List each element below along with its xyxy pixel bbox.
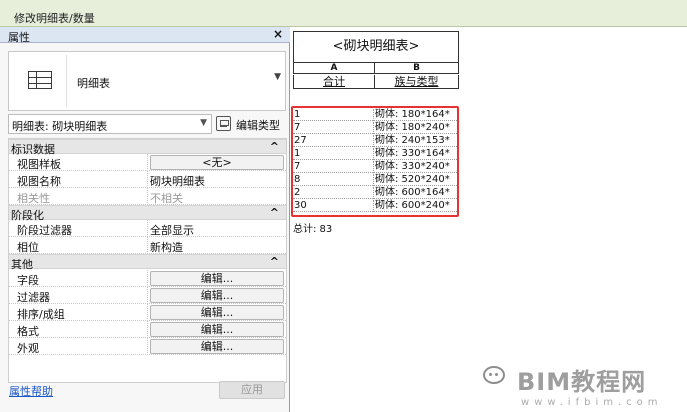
column-header-label: 族与类型 (394, 75, 439, 88)
schedule-icon (11, 55, 67, 107)
filter-edit-button[interactable]: 编辑... (150, 288, 284, 303)
column-letter-a[interactable]: A (293, 63, 374, 74)
edit-type-icon (216, 116, 231, 131)
chevron-down-icon: ▼ (200, 118, 207, 128)
property-key: 格式 (17, 325, 39, 338)
edit-type-button[interactable]: 编辑类型 (215, 114, 287, 134)
view-name-field[interactable]: 砌块明细表 (150, 173, 205, 189)
collapse-icon[interactable]: ^ (270, 255, 279, 268)
type-name: 明细表 (77, 77, 110, 90)
property-row-phase-filter: 阶段过滤器 全部显示 (9, 220, 286, 237)
property-key: 阶段过滤器 (17, 224, 72, 237)
property-row-phase: 相位 新构造 (9, 237, 286, 254)
property-key: 排序/成组 (17, 308, 65, 321)
properties-title: 属性 (8, 31, 30, 44)
column-header-count[interactable]: 合计 (293, 75, 374, 89)
phase-filter-field[interactable]: 全部显示 (150, 222, 194, 238)
instance-filter-value: 明细表: 砌块明细表 (12, 120, 108, 133)
formatting-edit-button[interactable]: 编辑... (150, 322, 284, 337)
properties-palette: 属性 × 明细表 ▼ 明细表: 砌块明细表 ▼ 编辑类型 标识数据 ^ 视图样板… (0, 27, 290, 412)
ribbon-context-bar: 修改明细表/数量 (0, 0, 687, 27)
column-letter-b[interactable]: B (374, 63, 459, 74)
watermark: BIM教程网 www.ifbim.com (483, 364, 687, 412)
column-header-family-type[interactable]: 族与类型 (374, 75, 459, 89)
collapse-icon[interactable]: ^ (270, 140, 279, 153)
section-identity-data[interactable]: 标识数据 ^ (9, 139, 286, 156)
property-row-fields: 字段 编辑... (9, 270, 286, 287)
context-tab-title: 修改明细表/数量 (14, 12, 95, 25)
property-row-sorting: 排序/成组 编辑... (9, 304, 286, 321)
section-other[interactable]: 其他 ^ (9, 254, 286, 271)
property-key: 过滤器 (17, 291, 50, 304)
properties-header: 属性 × (0, 27, 290, 44)
property-key: 外观 (17, 342, 39, 355)
property-row-view-template: 视图样板 <无> (9, 154, 286, 171)
edit-type-label: 编辑类型 (236, 119, 280, 132)
schedule-view: <砌块明细表> A B 合计 族与类型 1 砌体: 180*164* 7 砌体: 1… (291, 27, 687, 412)
section-phasing[interactable]: 阶段化 ^ (9, 205, 286, 222)
instance-filter-dropdown[interactable]: 明细表: 砌块明细表 ▼ (8, 114, 212, 134)
property-row-appearance: 外观 编辑... (9, 338, 286, 355)
property-row-filter: 过滤器 编辑... (9, 287, 286, 304)
type-selector[interactable]: 明细表 ▼ (8, 51, 286, 111)
wechat-icon (483, 366, 505, 384)
property-grid: 标识数据 ^ 视图样板 <无> 视图名称 砌块明细表 相关性 不相关 阶段化 ^… (8, 138, 287, 383)
phase-field[interactable]: 新构造 (150, 239, 183, 255)
grand-total: 总计: 83 (293, 224, 333, 235)
property-row-dependency: 相关性 不相关 (9, 188, 286, 205)
view-template-button[interactable]: <无> (150, 155, 284, 170)
watermark-title: BIM教程网 (517, 368, 647, 396)
close-icon[interactable]: × (273, 27, 283, 41)
property-key: 视图样板 (17, 158, 61, 171)
property-key: 字段 (17, 274, 39, 287)
properties-help-link[interactable]: 属性帮助 (9, 383, 53, 399)
fields-edit-button[interactable]: 编辑... (150, 271, 284, 286)
collapse-icon[interactable]: ^ (270, 206, 279, 219)
dependency-value: 不相关 (150, 192, 183, 205)
property-row-view-name: 视图名称 砌块明细表 (9, 171, 286, 188)
sorting-edit-button[interactable]: 编辑... (150, 305, 284, 320)
property-key: 相位 (17, 241, 39, 254)
highlight-box (291, 106, 459, 217)
property-row-formatting: 格式 编辑... (9, 321, 286, 338)
watermark-url: www.ifbim.com (521, 397, 663, 408)
appearance-edit-button[interactable]: 编辑... (150, 339, 284, 354)
property-key: 相关性 (17, 192, 50, 205)
schedule-title: <砌块明细表> (293, 31, 459, 63)
column-header-label: 合计 (323, 75, 345, 88)
dropdown-arrow-icon[interactable]: ▼ (274, 72, 281, 82)
property-key: 视图名称 (17, 175, 61, 188)
apply-button[interactable]: 应用 (219, 381, 285, 399)
